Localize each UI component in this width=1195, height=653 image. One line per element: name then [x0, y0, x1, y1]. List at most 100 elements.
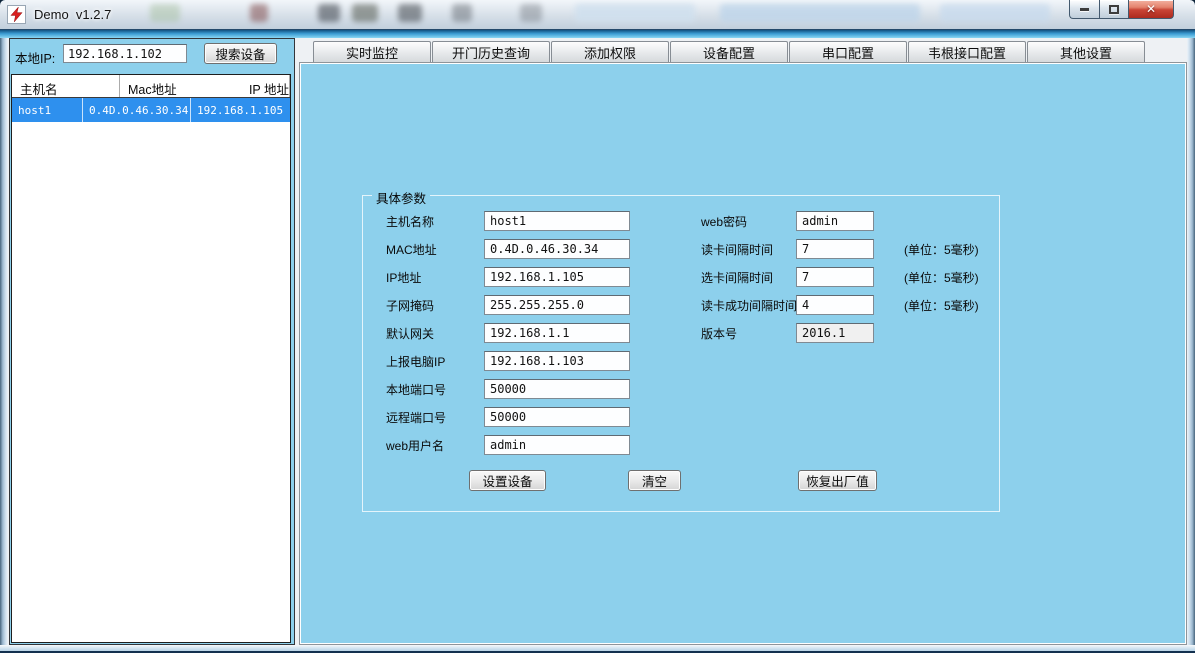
field-input[interactable] — [484, 379, 630, 399]
field-input[interactable] — [796, 267, 874, 287]
device-ip-cell: 192.168.1.105 — [191, 98, 290, 122]
form-row: 子网掩码 — [386, 295, 630, 315]
field-label: 子网掩码 — [386, 297, 484, 314]
title-bar: Demo v1.2.7 — [0, 0, 1195, 30]
client-area: 本地IP: 搜索设备 主机名 Mac地址 IP 地址 — [8, 38, 1187, 645]
form-right-column: web密码 读卡间隔时间 (单位：5毫秒) — [701, 211, 979, 351]
field-input[interactable] — [484, 267, 630, 287]
device-table-column-header[interactable]: IP 地址 — [241, 75, 290, 97]
minimize-button[interactable] — [1069, 0, 1099, 19]
form-row: IP地址 — [386, 267, 630, 287]
form-row: 远程端口号 — [386, 407, 630, 427]
field-input[interactable] — [484, 239, 630, 259]
field-input[interactable] — [796, 211, 874, 231]
form-row: 选卡间隔时间 (单位：5毫秒) — [701, 267, 979, 287]
set-device-button[interactable]: 设置设备 — [469, 470, 546, 491]
device-table-body: host1 0.4D.0.46.30.34 192.168.1.105 — [12, 98, 290, 122]
lightning-bolt-icon — [9, 7, 24, 22]
device-table-column-header[interactable]: Mac地址 — [120, 75, 241, 97]
device-table-column-header[interactable]: 主机名 — [12, 75, 120, 97]
field-input[interactable] — [796, 295, 874, 315]
restore-factory-button[interactable]: 恢复出厂值 — [798, 470, 877, 491]
field-input[interactable] — [484, 295, 630, 315]
device-list-panel: 本地IP: 搜索设备 主机名 Mac地址 IP 地址 — [9, 38, 295, 645]
close-button[interactable] — [1128, 0, 1174, 19]
field-label: web密码 — [701, 213, 796, 230]
field-input[interactable] — [484, 351, 630, 371]
field-unit-label: (单位：5毫秒) — [904, 297, 979, 314]
form-row: web密码 — [701, 211, 979, 231]
window-frame-left — [0, 38, 8, 645]
blurred-desktop-decoration — [520, 4, 542, 22]
maximize-icon — [1109, 5, 1119, 14]
blurred-desktop-decoration — [150, 4, 180, 22]
window-frame-top — [0, 30, 1195, 38]
window-controls — [1069, 0, 1174, 19]
device-host-cell: host1 — [12, 98, 83, 122]
field-label: 读卡成功间隔时间 — [701, 297, 796, 314]
form-row: 读卡间隔时间 (单位：5毫秒) — [701, 239, 979, 259]
field-label: MAC地址 — [386, 241, 484, 258]
window-frame-bottom — [0, 645, 1195, 653]
tab[interactable]: 韦根接口配置 — [908, 41, 1026, 62]
field-unit-label: (单位：5毫秒) — [904, 269, 979, 286]
maximize-button[interactable] — [1099, 0, 1128, 19]
tab-label: 串口配置 — [822, 43, 874, 62]
field-input[interactable] — [484, 323, 630, 343]
field-input[interactable] — [796, 239, 874, 259]
blurred-desktop-decoration — [720, 4, 920, 22]
tab[interactable]: 开门历史查询 — [432, 41, 550, 62]
form-row: 主机名称 — [386, 211, 630, 231]
tab[interactable]: 设备配置 — [670, 41, 788, 62]
tab-bar: 实时监控 开门历史查询 添加权限 设备配置 串口配置 — [299, 38, 1187, 62]
device-config-page: 具体参数 主机名称 MAC地址 — [299, 62, 1187, 645]
tab-control: 实时监控 开门历史查询 添加权限 设备配置 串口配置 — [299, 38, 1187, 645]
tab[interactable]: 实时监控 — [313, 41, 431, 62]
form-left-column: 主机名称 MAC地址 IP地址 — [386, 211, 630, 463]
tab-label: 设备配置 — [703, 43, 755, 62]
window-frame-right — [1187, 38, 1195, 645]
tab[interactable]: 其他设置 — [1027, 41, 1145, 62]
blurred-desktop-decoration — [575, 4, 695, 22]
groupbox-title: 具体参数 — [372, 188, 430, 207]
field-input[interactable] — [484, 435, 630, 455]
form-row: 默认网关 — [386, 323, 630, 343]
device-table: 主机名 Mac地址 IP 地址 host1 0.4D.0.46.30.34 19… — [11, 74, 291, 643]
field-label: web用户名 — [386, 437, 484, 454]
search-device-button[interactable]: 搜索设备 — [204, 43, 277, 64]
device-table-header: 主机名 Mac地址 IP 地址 — [12, 75, 290, 98]
local-ip-label: 本地IP: — [15, 48, 55, 67]
close-icon — [1146, 0, 1156, 18]
form-row: 本地端口号 — [386, 379, 630, 399]
version-input — [796, 323, 874, 343]
field-label: 上报电脑IP — [386, 353, 484, 370]
blurred-desktop-decoration — [352, 4, 378, 22]
field-label: 主机名称 — [386, 213, 484, 230]
field-label: 远程端口号 — [386, 409, 484, 426]
right-fields: web密码 读卡间隔时间 (单位：5毫秒) — [701, 211, 979, 315]
device-table-row[interactable]: host1 0.4D.0.46.30.34 192.168.1.105 — [12, 98, 290, 122]
field-label: 读卡间隔时间 — [701, 241, 796, 258]
blurred-desktop-decoration — [318, 4, 340, 22]
minimize-icon — [1080, 8, 1089, 11]
field-label: 默认网关 — [386, 325, 484, 342]
tab-label: 开门历史查询 — [452, 43, 530, 62]
field-unit-label: (单位：5毫秒) — [904, 241, 979, 258]
field-input[interactable] — [484, 407, 630, 427]
form-row: web用户名 — [386, 435, 630, 455]
field-label: IP地址 — [386, 269, 484, 286]
tab[interactable]: 添加权限 — [551, 41, 669, 62]
form-row: 读卡成功间隔时间 (单位：5毫秒) — [701, 295, 979, 315]
tab-label: 添加权限 — [584, 43, 636, 62]
tab-label: 韦根接口配置 — [928, 43, 1006, 62]
tab[interactable]: 串口配置 — [789, 41, 907, 62]
field-input[interactable] — [484, 211, 630, 231]
device-mac-cell: 0.4D.0.46.30.34 — [83, 98, 191, 122]
app-window: Demo v1.2.7 本地IP: 搜索设备 主机名 Mac地址 — [0, 0, 1195, 653]
window-title: Demo v1.2.7 — [34, 7, 111, 22]
clear-button[interactable]: 清空 — [628, 470, 681, 491]
field-label: 选卡间隔时间 — [701, 269, 796, 286]
local-ip-input[interactable] — [63, 44, 187, 63]
app-logo-icon — [7, 5, 26, 24]
field-label: 本地端口号 — [386, 381, 484, 398]
